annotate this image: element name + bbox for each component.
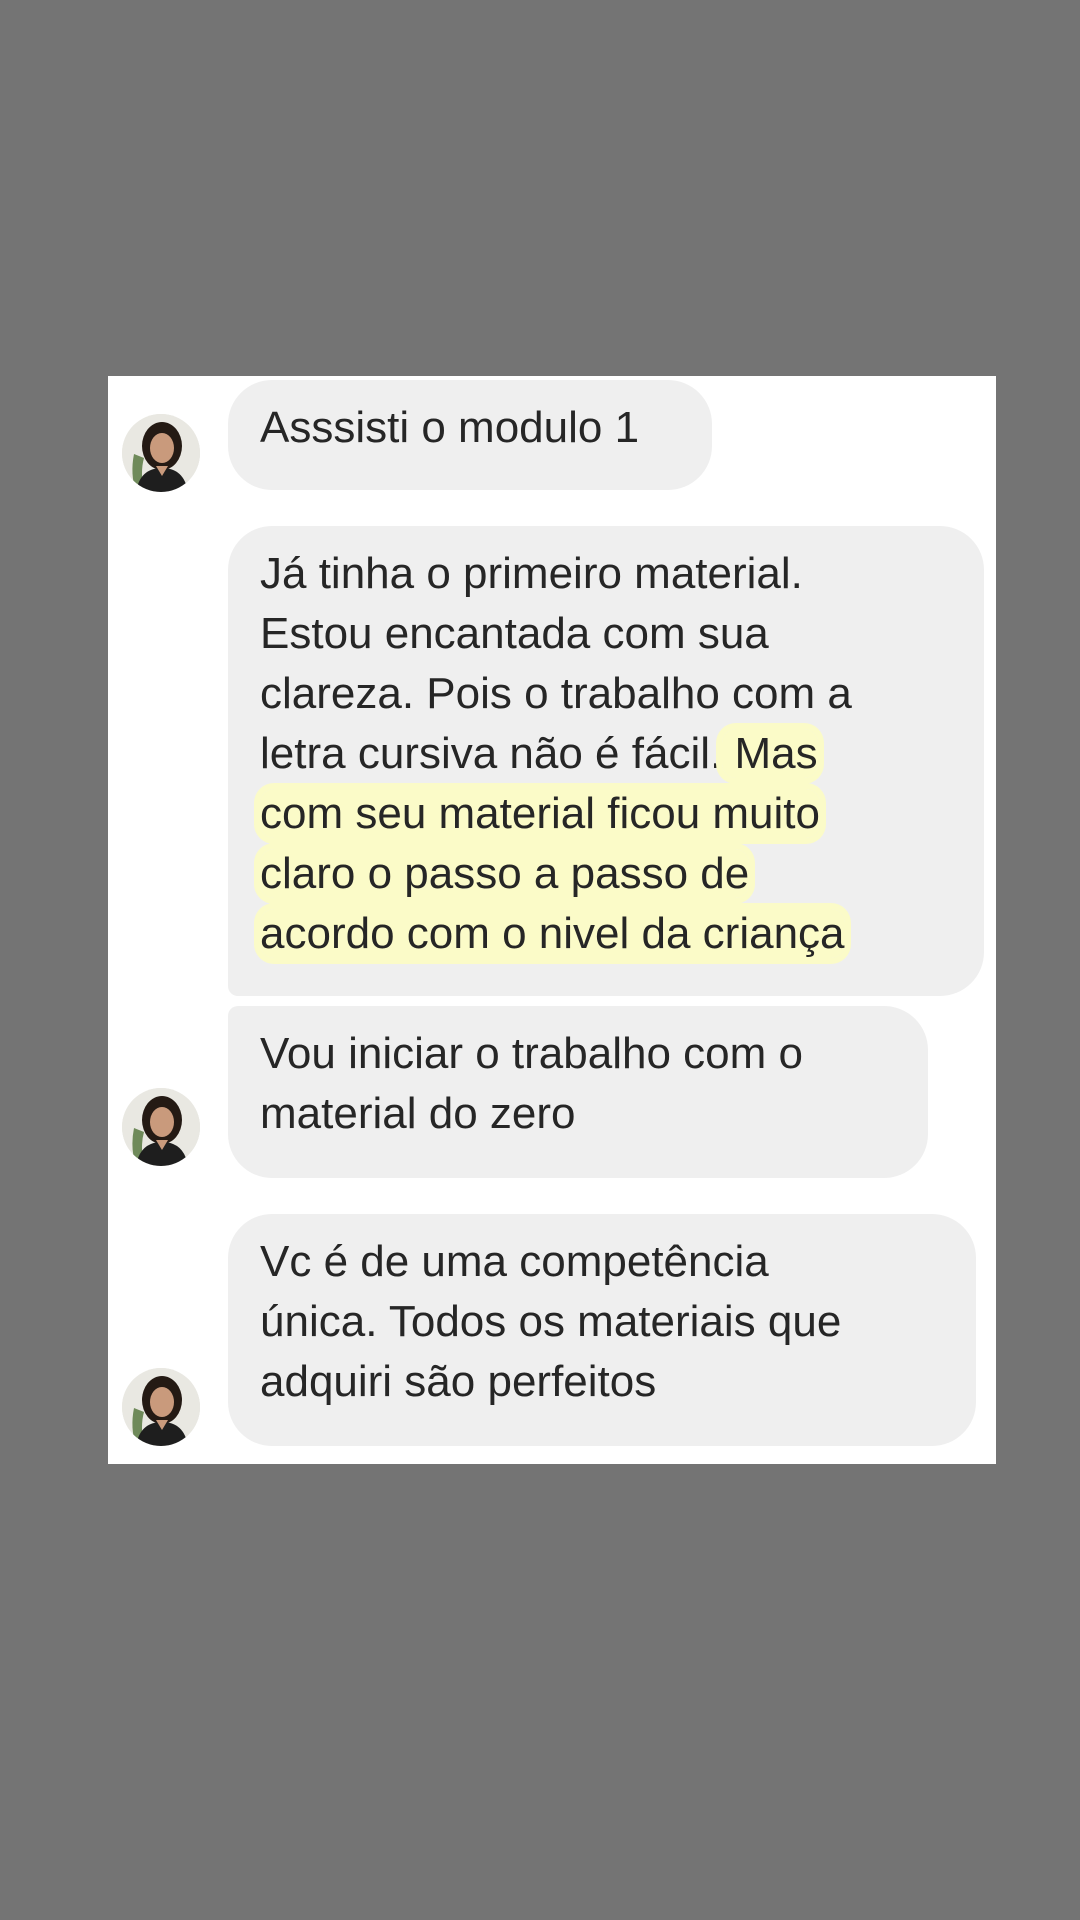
message-text: Vou iniciar o trabalho com o [260, 1029, 803, 1078]
message-text: Estou encantada com sua [260, 609, 769, 658]
highlighted-text: acordo com o nivel da criança [260, 909, 845, 958]
message-text: Já tinha o primeiro material. [260, 549, 803, 598]
message-row: Vc é de uma competência única. Todos os … [108, 1214, 996, 1446]
message-text: Vc é de uma competência [260, 1237, 769, 1286]
highlighted-text: com seu material ficou muito [260, 789, 820, 838]
message-text: material do zero [260, 1089, 576, 1138]
contact-avatar-icon[interactable] [122, 414, 200, 492]
message-text: adquiri são perfeitos [260, 1357, 657, 1406]
message-bubble: Já tinha o primeiro material. Estou enca… [228, 526, 984, 996]
message-row: Vou iniciar o trabalho com o material do… [108, 1006, 996, 1178]
message-text-line: claro o passo a passo de [260, 844, 952, 904]
message-bubble: Asssisti o modulo 1 [228, 380, 712, 490]
message-bubble: Vou iniciar o trabalho com o material do… [228, 1006, 928, 1178]
message-text-line: acordo com o nivel da criança [260, 904, 952, 964]
message-text-line: com seu material ficou muito [260, 784, 952, 844]
message-text: única. Todos os materiais que [260, 1297, 842, 1346]
message-bubble: Vc é de uma competência única. Todos os … [228, 1214, 976, 1446]
message-text-line: letra cursiva não é fácil. Mas [260, 724, 952, 784]
contact-avatar-icon[interactable] [122, 1368, 200, 1446]
message-row: Já tinha o primeiro material. Estou enca… [108, 526, 996, 996]
message-text: Asssisti o modulo 1 [260, 403, 640, 452]
highlighted-text: Mas [722, 729, 818, 778]
message-text: letra cursiva não é fácil. [260, 729, 723, 778]
message-text: clareza. Pois o trabalho com a [260, 669, 852, 718]
contact-avatar-icon[interactable] [122, 1088, 200, 1166]
chat-screenshot-card: Asssisti o modulo 1 Já tinha o primeiro … [108, 376, 996, 1464]
highlighted-text: claro o passo a passo de [260, 849, 750, 898]
message-row: Asssisti o modulo 1 [108, 376, 996, 496]
